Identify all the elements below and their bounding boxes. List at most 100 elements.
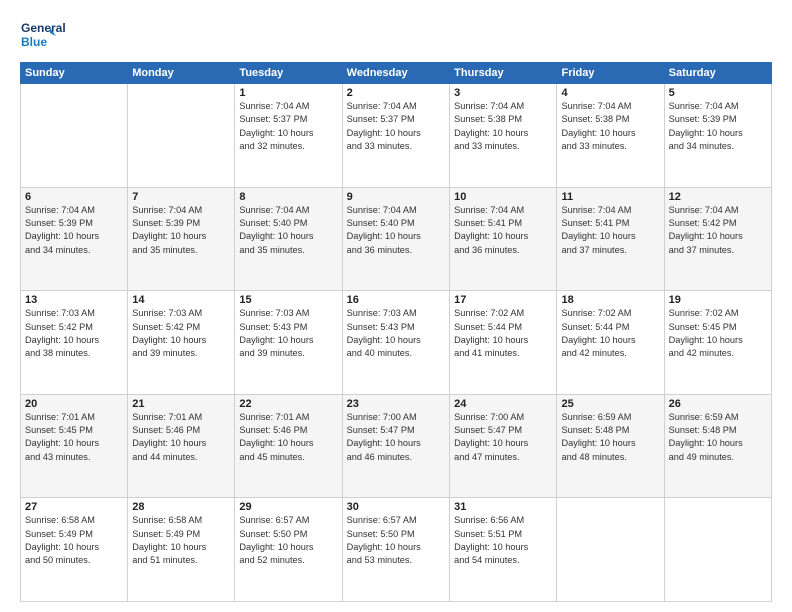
calendar-cell: 20Sunrise: 7:01 AM Sunset: 5:45 PM Dayli… (21, 394, 128, 498)
calendar-cell: 14Sunrise: 7:03 AM Sunset: 5:42 PM Dayli… (128, 291, 235, 395)
header: General Blue (20, 18, 772, 54)
day-number: 11 (561, 191, 659, 203)
calendar-cell: 4Sunrise: 7:04 AM Sunset: 5:38 PM Daylig… (557, 84, 664, 188)
weekday-header-friday: Friday (557, 63, 664, 84)
calendar-cell: 1Sunrise: 7:04 AM Sunset: 5:37 PM Daylig… (235, 84, 342, 188)
day-info: Sunrise: 7:04 AM Sunset: 5:37 PM Dayligh… (239, 100, 337, 153)
calendar-cell: 7Sunrise: 7:04 AM Sunset: 5:39 PM Daylig… (128, 187, 235, 291)
week-row-1: 1Sunrise: 7:04 AM Sunset: 5:37 PM Daylig… (21, 84, 772, 188)
day-number: 14 (132, 294, 230, 306)
calendar-cell: 26Sunrise: 6:59 AM Sunset: 5:48 PM Dayli… (664, 394, 771, 498)
calendar-cell: 18Sunrise: 7:02 AM Sunset: 5:44 PM Dayli… (557, 291, 664, 395)
calendar-cell: 3Sunrise: 7:04 AM Sunset: 5:38 PM Daylig… (450, 84, 557, 188)
day-number: 10 (454, 191, 552, 203)
calendar-cell: 17Sunrise: 7:02 AM Sunset: 5:44 PM Dayli… (450, 291, 557, 395)
day-number: 9 (347, 191, 445, 203)
day-info: Sunrise: 7:00 AM Sunset: 5:47 PM Dayligh… (454, 411, 552, 464)
day-number: 24 (454, 398, 552, 410)
week-row-2: 6Sunrise: 7:04 AM Sunset: 5:39 PM Daylig… (21, 187, 772, 291)
weekday-header-monday: Monday (128, 63, 235, 84)
calendar-cell: 9Sunrise: 7:04 AM Sunset: 5:40 PM Daylig… (342, 187, 449, 291)
day-info: Sunrise: 7:04 AM Sunset: 5:39 PM Dayligh… (669, 100, 767, 153)
svg-text:Blue: Blue (21, 35, 47, 49)
day-info: Sunrise: 7:01 AM Sunset: 5:46 PM Dayligh… (132, 411, 230, 464)
calendar-cell: 29Sunrise: 6:57 AM Sunset: 5:50 PM Dayli… (235, 498, 342, 602)
day-info: Sunrise: 7:04 AM Sunset: 5:40 PM Dayligh… (239, 204, 337, 257)
calendar-cell: 27Sunrise: 6:58 AM Sunset: 5:49 PM Dayli… (21, 498, 128, 602)
day-number: 4 (561, 87, 659, 99)
day-number: 16 (347, 294, 445, 306)
day-number: 20 (25, 398, 123, 410)
day-number: 8 (239, 191, 337, 203)
weekday-header-saturday: Saturday (664, 63, 771, 84)
calendar-cell: 8Sunrise: 7:04 AM Sunset: 5:40 PM Daylig… (235, 187, 342, 291)
day-info: Sunrise: 6:58 AM Sunset: 5:49 PM Dayligh… (25, 514, 123, 567)
calendar-cell: 10Sunrise: 7:04 AM Sunset: 5:41 PM Dayli… (450, 187, 557, 291)
week-row-5: 27Sunrise: 6:58 AM Sunset: 5:49 PM Dayli… (21, 498, 772, 602)
calendar-cell: 22Sunrise: 7:01 AM Sunset: 5:46 PM Dayli… (235, 394, 342, 498)
day-info: Sunrise: 7:04 AM Sunset: 5:39 PM Dayligh… (25, 204, 123, 257)
calendar-table: SundayMondayTuesdayWednesdayThursdayFrid… (20, 62, 772, 602)
day-info: Sunrise: 7:02 AM Sunset: 5:45 PM Dayligh… (669, 307, 767, 360)
weekday-header-row: SundayMondayTuesdayWednesdayThursdayFrid… (21, 63, 772, 84)
day-info: Sunrise: 7:04 AM Sunset: 5:37 PM Dayligh… (347, 100, 445, 153)
day-number: 13 (25, 294, 123, 306)
day-info: Sunrise: 7:04 AM Sunset: 5:38 PM Dayligh… (454, 100, 552, 153)
day-info: Sunrise: 7:00 AM Sunset: 5:47 PM Dayligh… (347, 411, 445, 464)
calendar-cell: 19Sunrise: 7:02 AM Sunset: 5:45 PM Dayli… (664, 291, 771, 395)
day-info: Sunrise: 7:04 AM Sunset: 5:42 PM Dayligh… (669, 204, 767, 257)
calendar-cell: 15Sunrise: 7:03 AM Sunset: 5:43 PM Dayli… (235, 291, 342, 395)
weekday-header-wednesday: Wednesday (342, 63, 449, 84)
calendar-cell (128, 84, 235, 188)
day-info: Sunrise: 6:59 AM Sunset: 5:48 PM Dayligh… (561, 411, 659, 464)
day-number: 3 (454, 87, 552, 99)
calendar-cell (557, 498, 664, 602)
calendar-cell: 24Sunrise: 7:00 AM Sunset: 5:47 PM Dayli… (450, 394, 557, 498)
week-row-3: 13Sunrise: 7:03 AM Sunset: 5:42 PM Dayli… (21, 291, 772, 395)
week-row-4: 20Sunrise: 7:01 AM Sunset: 5:45 PM Dayli… (21, 394, 772, 498)
calendar-cell: 6Sunrise: 7:04 AM Sunset: 5:39 PM Daylig… (21, 187, 128, 291)
calendar-cell: 13Sunrise: 7:03 AM Sunset: 5:42 PM Dayli… (21, 291, 128, 395)
day-info: Sunrise: 7:02 AM Sunset: 5:44 PM Dayligh… (454, 307, 552, 360)
calendar-cell: 11Sunrise: 7:04 AM Sunset: 5:41 PM Dayli… (557, 187, 664, 291)
day-info: Sunrise: 7:04 AM Sunset: 5:41 PM Dayligh… (561, 204, 659, 257)
day-number: 27 (25, 501, 123, 513)
day-number: 23 (347, 398, 445, 410)
day-info: Sunrise: 7:03 AM Sunset: 5:42 PM Dayligh… (132, 307, 230, 360)
day-info: Sunrise: 6:59 AM Sunset: 5:48 PM Dayligh… (669, 411, 767, 464)
day-number: 28 (132, 501, 230, 513)
day-number: 30 (347, 501, 445, 513)
day-info: Sunrise: 7:04 AM Sunset: 5:40 PM Dayligh… (347, 204, 445, 257)
day-info: Sunrise: 7:04 AM Sunset: 5:39 PM Dayligh… (132, 204, 230, 257)
day-number: 29 (239, 501, 337, 513)
svg-text:General: General (21, 21, 66, 35)
calendar-cell: 23Sunrise: 7:00 AM Sunset: 5:47 PM Dayli… (342, 394, 449, 498)
day-number: 5 (669, 87, 767, 99)
day-number: 1 (239, 87, 337, 99)
calendar-cell: 2Sunrise: 7:04 AM Sunset: 5:37 PM Daylig… (342, 84, 449, 188)
day-info: Sunrise: 6:57 AM Sunset: 5:50 PM Dayligh… (347, 514, 445, 567)
calendar-cell: 28Sunrise: 6:58 AM Sunset: 5:49 PM Dayli… (128, 498, 235, 602)
calendar-cell: 21Sunrise: 7:01 AM Sunset: 5:46 PM Dayli… (128, 394, 235, 498)
calendar-cell: 30Sunrise: 6:57 AM Sunset: 5:50 PM Dayli… (342, 498, 449, 602)
day-number: 6 (25, 191, 123, 203)
day-number: 18 (561, 294, 659, 306)
calendar-cell: 5Sunrise: 7:04 AM Sunset: 5:39 PM Daylig… (664, 84, 771, 188)
day-number: 7 (132, 191, 230, 203)
calendar-cell: 25Sunrise: 6:59 AM Sunset: 5:48 PM Dayli… (557, 394, 664, 498)
day-info: Sunrise: 6:57 AM Sunset: 5:50 PM Dayligh… (239, 514, 337, 567)
day-number: 17 (454, 294, 552, 306)
calendar-cell: 16Sunrise: 7:03 AM Sunset: 5:43 PM Dayli… (342, 291, 449, 395)
day-info: Sunrise: 7:04 AM Sunset: 5:41 PM Dayligh… (454, 204, 552, 257)
logo-svg: General Blue (20, 18, 80, 54)
day-info: Sunrise: 7:01 AM Sunset: 5:45 PM Dayligh… (25, 411, 123, 464)
day-number: 26 (669, 398, 767, 410)
weekday-header-sunday: Sunday (21, 63, 128, 84)
day-info: Sunrise: 7:03 AM Sunset: 5:43 PM Dayligh… (347, 307, 445, 360)
logo: General Blue (20, 18, 80, 54)
day-number: 21 (132, 398, 230, 410)
calendar-cell (664, 498, 771, 602)
weekday-header-thursday: Thursday (450, 63, 557, 84)
day-info: Sunrise: 6:56 AM Sunset: 5:51 PM Dayligh… (454, 514, 552, 567)
day-info: Sunrise: 7:03 AM Sunset: 5:42 PM Dayligh… (25, 307, 123, 360)
